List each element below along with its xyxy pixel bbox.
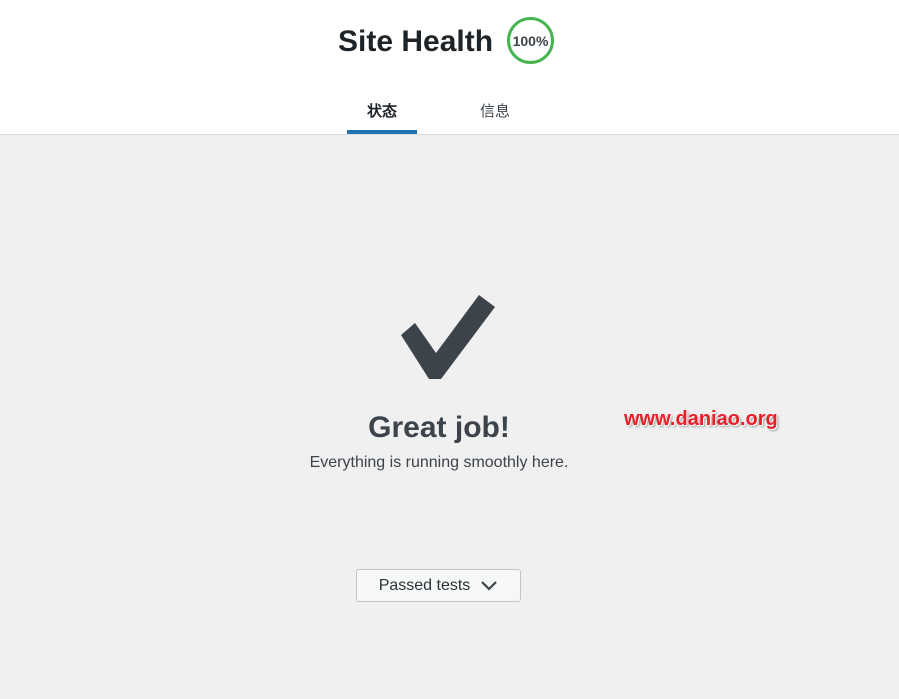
status-subtitle: Everything is running smoothly here. (309, 454, 569, 471)
title-row: Site Health 100% (0, 0, 899, 86)
tab-info-label: 信息 (479, 102, 510, 120)
site-health-content: Great job! Everything is running smoothl… (0, 135, 899, 699)
passed-tests-button[interactable]: Passed tests (356, 569, 521, 602)
chevron-down-icon (481, 580, 498, 591)
watermark-text: www.daniao.org (624, 408, 778, 430)
health-score-ring: 100% (507, 17, 554, 64)
page-title: Site Health (338, 25, 494, 58)
health-score-value: 100% (512, 32, 549, 49)
checkmark-icon (401, 295, 495, 379)
tab-status[interactable]: 状态 (347, 86, 417, 134)
tab-status-label: 状态 (366, 102, 397, 120)
site-health-tabs: 状态 信息 (0, 86, 899, 134)
passed-tests-label: Passed tests (378, 576, 471, 594)
site-health-header: Site Health 100% 状态 信息 (0, 0, 899, 135)
tab-info[interactable]: 信息 (460, 86, 530, 134)
